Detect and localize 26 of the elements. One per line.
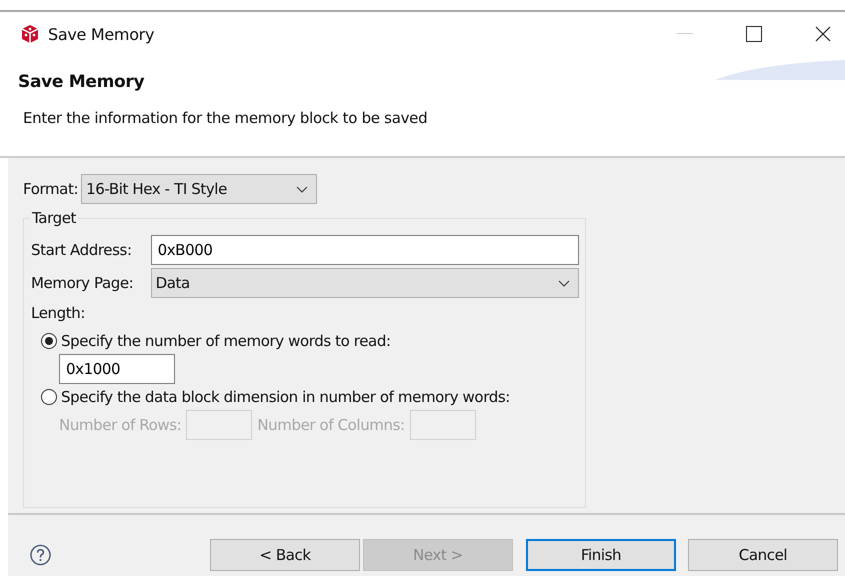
memory-page-label: Memory Page: — [31, 274, 134, 292]
cube-icon — [20, 24, 40, 44]
chevron-down-icon — [558, 280, 570, 286]
start-address-label: Start Address: — [31, 241, 133, 259]
format-label: Format: — [23, 180, 78, 198]
memory-page-dropdown[interactable]: Data — [150, 268, 579, 298]
close-icon[interactable] — [815, 26, 831, 42]
dialog-button[interactable]: < Back — [210, 539, 360, 571]
window-title: Save Memory — [48, 24, 154, 44]
dialog-button[interactable]: Finish — [526, 539, 676, 571]
start-address-field[interactable]: 0xB000 — [150, 235, 579, 265]
radio-button[interactable] — [41, 333, 57, 349]
help-icon[interactable] — [30, 544, 51, 566]
option-label: Specify the number of memory words to read: — [61, 332, 391, 350]
chevron-down-icon — [296, 186, 308, 192]
format-dropdown[interactable]: 16-Bit Hex - TI Style — [81, 174, 318, 204]
option-label: Specify the data block dimension in number of memory words: — [61, 388, 510, 406]
maximize-icon[interactable] — [746, 26, 762, 42]
word-count-field[interactable]: 0x1000 — [59, 354, 175, 384]
columns-label: Number of Columns: — [257, 416, 405, 434]
length-label: Length: — [31, 304, 86, 322]
dialog-button[interactable]: Cancel — [688, 539, 838, 571]
rows-label: Number of Rows: — [59, 416, 182, 434]
page-title: Save Memory — [18, 71, 144, 92]
group-title: Target — [30, 209, 78, 227]
page-description: Enter the information for the memory block to be saved — [22, 108, 428, 127]
